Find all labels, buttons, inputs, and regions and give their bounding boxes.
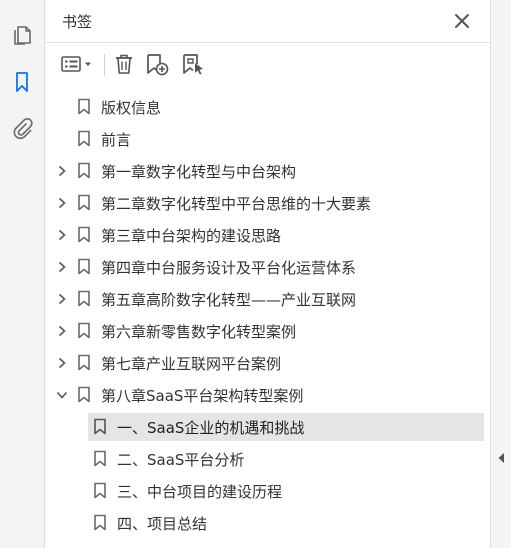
chevron-right-icon[interactable]	[57, 197, 67, 209]
bookmark-icon	[77, 354, 91, 371]
bookmark-icon	[77, 130, 91, 147]
bookmark-label: 四、项目总结	[117, 515, 208, 533]
bookmark-icon	[77, 226, 91, 243]
new-bookmark-from-structure-icon	[181, 52, 205, 76]
bookmark-icon	[93, 450, 107, 467]
bookmarks-icon[interactable]	[8, 68, 36, 96]
bookmark-icon	[77, 258, 91, 275]
bookmark-label: 前言	[101, 131, 132, 149]
bookmark-item-chapter-3[interactable]: 第三章中台架构的建设思路	[45, 221, 485, 249]
chevron-right-icon[interactable]	[57, 229, 67, 241]
chevron-right-icon[interactable]	[57, 293, 67, 305]
bookmark-icon	[77, 162, 91, 179]
chevron-right-icon[interactable]	[57, 325, 67, 337]
new-bookmark-from-structure-button[interactable]	[180, 50, 206, 78]
options-menu-button[interactable]	[59, 50, 97, 78]
bookmark-item-chapter-4[interactable]: 第四章中台服务设计及平台化运营体系	[45, 253, 485, 281]
bookmark-icon	[93, 514, 107, 531]
delete-bookmark-button[interactable]	[111, 50, 137, 78]
bookmark-label: 版权信息	[101, 99, 162, 117]
panel-title: 书签	[62, 13, 93, 31]
bookmark-label: 三、中台项目的建设历程	[117, 483, 283, 501]
bookmark-label: 第一章数字化转型与中台架构	[101, 163, 297, 181]
close-icon[interactable]	[453, 12, 471, 30]
toolbar-divider	[45, 42, 491, 43]
toolbar-separator	[104, 54, 105, 76]
chevron-right-icon[interactable]	[57, 357, 67, 369]
bookmark-icon	[77, 194, 91, 211]
delete-bookmark-icon	[113, 52, 135, 76]
chevron-right-icon[interactable]	[57, 165, 67, 177]
bookmark-item-preface[interactable]: 前言	[45, 125, 485, 153]
bookmark-item-chapter-2[interactable]: 第二章数字化转型中平台思维的十大要素	[45, 189, 485, 217]
bookmark-label: 一、SaaS企业的机遇和挑战	[117, 419, 305, 437]
bookmark-icon	[77, 386, 91, 403]
bookmark-icon	[77, 290, 91, 307]
bookmark-icon	[77, 98, 91, 115]
bookmark-icon	[93, 482, 107, 499]
bookmark-item-chapter-8[interactable]: 第八章SaaS平台架构转型案例	[45, 381, 485, 409]
bookmark-label: 第三章中台架构的建设思路	[101, 227, 282, 245]
bookmark-label: 第四章中台服务设计及平台化运营体系	[101, 259, 357, 277]
new-bookmark-button[interactable]	[144, 50, 170, 78]
bookmark-item-section-2[interactable]: 二、SaaS平台分析	[45, 445, 485, 473]
options-menu-icon	[60, 54, 96, 74]
attachments-icon[interactable]	[8, 114, 36, 142]
bookmark-item-chapter-5[interactable]: 第五章高阶数字化转型——产业互联网	[45, 285, 485, 313]
bookmark-item-section-1[interactable]: 一、SaaS企业的机遇和挑战	[88, 413, 484, 441]
left-navigation-rail	[0, 0, 45, 548]
bookmark-label: 第七章产业互联网平台案例	[101, 355, 282, 373]
bookmark-item-section-4[interactable]: 四、项目总结	[45, 509, 485, 537]
bookmark-icon	[93, 418, 107, 435]
bookmark-item-copyright[interactable]: 版权信息	[45, 93, 485, 121]
bookmark-label: 第五章高阶数字化转型——产业互联网	[101, 291, 357, 309]
bookmarks-panel: 书签 版权信息 前言 第一章数字化转型与中台架构 第二章数字化转型中平台思维的十…	[45, 0, 491, 548]
bookmark-item-chapter-7[interactable]: 第七章产业互联网平台案例	[45, 349, 485, 377]
pages-icon[interactable]	[8, 21, 36, 49]
bookmark-icon	[77, 322, 91, 339]
chevron-down-icon[interactable]	[56, 390, 68, 400]
bookmark-label: 二、SaaS平台分析	[117, 451, 245, 469]
bookmark-label: 第六章新零售数字化转型案例	[101, 323, 297, 341]
bookmark-item-section-3[interactable]: 三、中台项目的建设历程	[45, 477, 485, 505]
chevron-right-icon[interactable]	[57, 261, 67, 273]
bookmark-label: 第二章数字化转型中平台思维的十大要素	[101, 195, 372, 213]
right-collapse-rail	[490, 0, 511, 548]
collapse-panel-icon[interactable]	[496, 451, 506, 465]
new-bookmark-icon	[145, 52, 169, 76]
bookmark-item-chapter-6[interactable]: 第六章新零售数字化转型案例	[45, 317, 485, 345]
bookmark-label: 第八章SaaS平台架构转型案例	[101, 387, 304, 405]
bookmark-item-chapter-1[interactable]: 第一章数字化转型与中台架构	[45, 157, 485, 185]
